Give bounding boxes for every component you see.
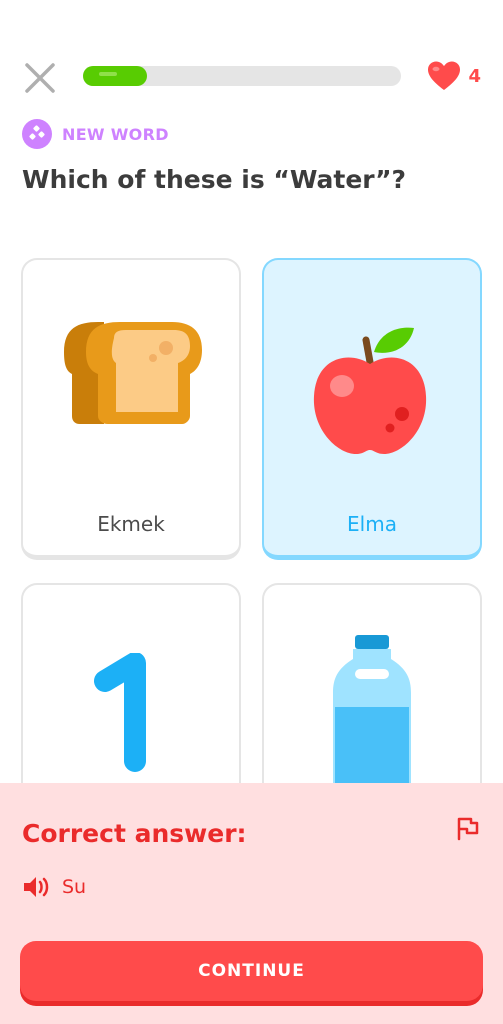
choice-label: Elma bbox=[347, 512, 397, 536]
choice-card-ekmek[interactable]: Ekmek bbox=[21, 258, 241, 560]
new-word-tag: NEW WORD bbox=[22, 119, 169, 149]
continue-button[interactable]: CONTINUE bbox=[20, 941, 483, 1001]
progress-bar bbox=[83, 66, 401, 86]
correct-answer-row[interactable]: Su bbox=[22, 875, 86, 899]
progress-bar-highlight bbox=[99, 72, 117, 76]
feedback-title: Correct answer: bbox=[22, 819, 247, 848]
hearts-count: 4 bbox=[468, 65, 481, 87]
water-bottle-icon bbox=[333, 635, 411, 785]
number-one-icon bbox=[94, 653, 146, 772]
heart-icon bbox=[428, 61, 461, 90]
continue-label: CONTINUE bbox=[198, 961, 305, 981]
sparkle-icon bbox=[22, 119, 52, 149]
progress-bar-fill bbox=[83, 66, 147, 86]
lesson-header: 4 bbox=[22, 58, 481, 98]
choice-label: Ekmek bbox=[97, 512, 165, 536]
close-icon bbox=[25, 63, 55, 93]
choice-card-elma[interactable]: Elma bbox=[262, 258, 482, 560]
new-word-label: NEW WORD bbox=[62, 124, 169, 144]
correct-answer-text: Su bbox=[62, 876, 87, 898]
close-button[interactable] bbox=[22, 60, 58, 96]
apple-icon bbox=[313, 327, 427, 454]
lesson-screen: 4 NEW WORD Which of these is “Water”? Ek… bbox=[0, 0, 503, 1024]
question-prompt: Which of these is “Water”? bbox=[22, 165, 407, 194]
report-button[interactable] bbox=[455, 815, 481, 845]
flag-icon bbox=[457, 817, 479, 841]
bread-icon bbox=[64, 322, 202, 424]
speaker-icon bbox=[24, 877, 49, 897]
feedback-panel: Correct answer: Su CONTINUE bbox=[0, 783, 503, 1024]
hearts-counter[interactable]: 4 bbox=[426, 58, 481, 94]
